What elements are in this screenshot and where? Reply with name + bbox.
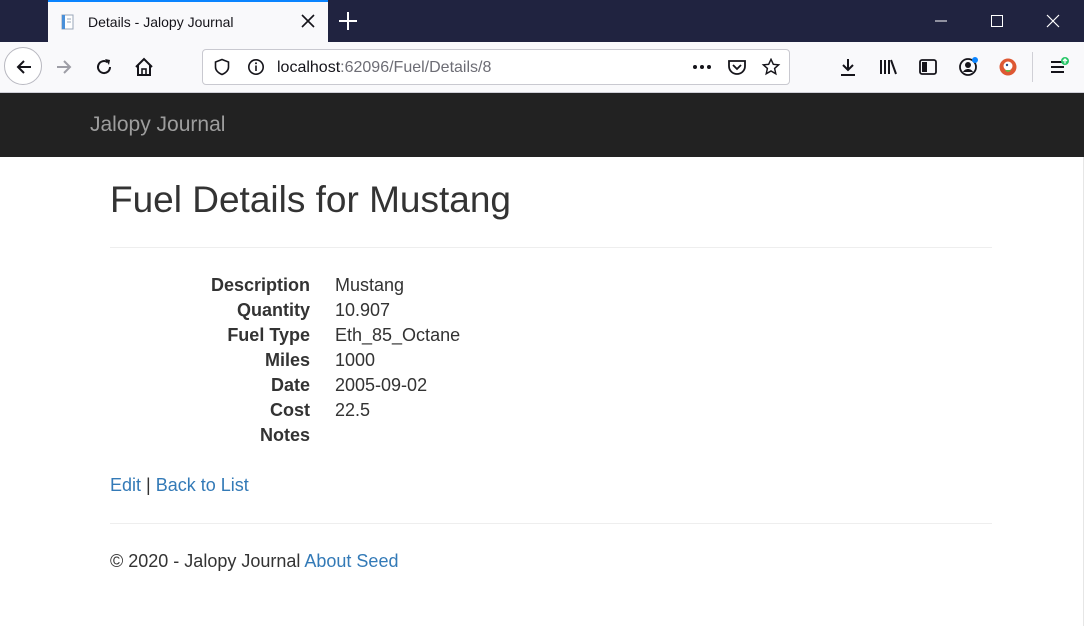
site-navbar: Jalopy Journal: [0, 93, 1084, 157]
sidebar-icon[interactable]: [912, 51, 944, 83]
miles-label: Miles: [264, 350, 310, 370]
hamburger-menu-icon[interactable]: [1042, 51, 1074, 83]
page-actions-menu-icon[interactable]: [691, 58, 711, 76]
maximize-icon[interactable]: [974, 0, 1020, 42]
cost-label: Cost: [270, 400, 310, 420]
quantity-value: 10.907: [335, 300, 391, 320]
back-to-list-link[interactable]: Back to List: [156, 475, 249, 495]
fuel-type-value: Eth_85_Octane: [335, 325, 461, 345]
forward-arrow-icon[interactable]: [48, 51, 80, 83]
edit-link[interactable]: Edit: [110, 475, 141, 495]
quantity-label: Quantity: [236, 300, 310, 320]
link-separator: |: [146, 475, 151, 495]
url-host: localhost: [277, 59, 341, 76]
miles-value: 1000: [335, 350, 376, 370]
pocket-icon[interactable]: [727, 58, 746, 76]
reload-icon[interactable]: [88, 51, 120, 83]
tracking-shield-icon[interactable]: [213, 58, 231, 76]
page-favicon-icon: [60, 14, 76, 30]
description-value: Mustang: [335, 275, 405, 295]
detail-row-fuel-type: Fuel Type Eth_85_Octane: [110, 323, 610, 348]
browser-titlebar: Details - Jalopy Journal: [0, 0, 1084, 42]
home-icon[interactable]: [128, 51, 160, 83]
window-close-icon[interactable]: [1030, 0, 1076, 42]
account-icon[interactable]: [952, 51, 984, 83]
description-label: Description: [210, 275, 310, 295]
detail-row-quantity: Quantity 10.907: [110, 298, 610, 323]
date-label: Date: [270, 375, 310, 395]
detail-row-cost: Cost 22.5: [110, 398, 610, 423]
fuel-type-label: Fuel Type: [227, 325, 310, 345]
toolbar-separator: [1032, 52, 1033, 82]
site-info-icon[interactable]: [247, 58, 265, 76]
address-bar[interactable]: localhost:62096/Fuel/Details/8: [202, 49, 790, 85]
notes-label: Notes: [259, 425, 310, 445]
fuel-details-list: Description Mustang Quantity 10.907 Fuel…: [110, 273, 610, 448]
minimize-icon[interactable]: [918, 0, 964, 42]
date-value: 2005-09-02: [335, 375, 428, 395]
copyright-text: © 2020 - Jalopy Journal: [110, 551, 301, 571]
action-links: Edit | Back to List: [110, 473, 249, 497]
about-seed-link[interactable]: About Seed: [304, 551, 398, 571]
page-footer: © 2020 - Jalopy Journal About Seed: [110, 549, 398, 573]
url-path: :62096/Fuel/Details/8: [340, 59, 492, 76]
browser-tab-active[interactable]: Details - Jalopy Journal: [48, 0, 328, 42]
detail-row-miles: Miles 1000: [110, 348, 610, 373]
duckduckgo-extension-icon[interactable]: [992, 51, 1024, 83]
browser-toolbar: localhost:62096/Fuel/Details/8: [0, 42, 1084, 93]
downloads-icon[interactable]: [832, 51, 864, 83]
detail-row-notes: Notes: [110, 423, 610, 448]
library-icon[interactable]: [872, 51, 904, 83]
title-divider: [110, 247, 992, 248]
detail-row-date: Date 2005-09-02: [110, 373, 610, 398]
site-brand-link[interactable]: Jalopy Journal: [90, 113, 225, 137]
page-title: Fuel Details for Mustang: [110, 179, 512, 220]
back-arrow-icon[interactable]: [4, 47, 42, 85]
detail-row-description: Description Mustang: [110, 273, 610, 298]
tab-close-icon[interactable]: [298, 11, 318, 31]
tab-title: Details - Jalopy Journal: [88, 14, 234, 30]
new-tab-plus-icon[interactable]: [336, 9, 360, 33]
url-text[interactable]: localhost:62096/Fuel/Details/8: [277, 59, 491, 77]
cost-value: 22.5: [335, 400, 371, 420]
bookmark-star-icon[interactable]: [761, 57, 781, 76]
footer-divider: [110, 523, 992, 524]
